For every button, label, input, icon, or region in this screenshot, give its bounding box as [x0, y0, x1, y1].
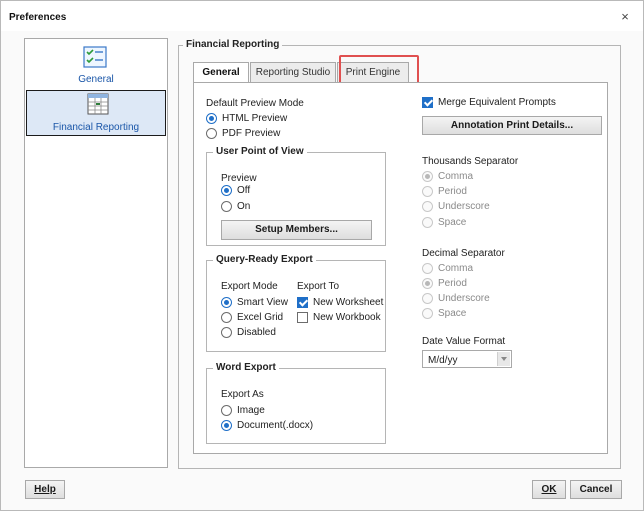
preview-mode-label: Default Preview Mode	[206, 98, 304, 109]
upov-on-radio[interactable]	[221, 201, 232, 212]
html-preview-radio[interactable]	[206, 113, 217, 124]
merge-prompts-label: Merge Equivalent Prompts	[438, 97, 556, 108]
cancel-button-label: Cancel	[579, 484, 613, 495]
nav-item-general[interactable]: General	[25, 43, 167, 89]
decimal-underscore-radio[interactable]	[422, 293, 433, 304]
close-icon[interactable]: ×	[618, 10, 632, 24]
tab-general[interactable]: General	[193, 62, 249, 83]
report-grid-icon	[87, 93, 109, 115]
annotation-print-details-button[interactable]: Annotation Print Details...	[422, 116, 602, 135]
export-to-label: Export To	[297, 281, 340, 292]
group-title: Financial Reporting	[183, 39, 283, 50]
cancel-button[interactable]: Cancel	[570, 480, 622, 499]
decimal-underscore-label: Underscore	[438, 293, 490, 304]
disabled-radio[interactable]	[221, 327, 232, 338]
tab-reporting-studio[interactable]: Reporting Studio	[250, 62, 336, 82]
merge-prompts-checkbox[interactable]	[422, 97, 433, 108]
dialog-title: Preferences	[9, 12, 67, 23]
thousands-comma-radio[interactable]	[422, 171, 433, 182]
tab-print-engine[interactable]: Print Engine	[337, 62, 409, 82]
query-export-title: Query-Ready Export	[213, 254, 316, 265]
new-workbook-checkbox[interactable]	[297, 312, 308, 323]
image-radio[interactable]	[221, 405, 232, 416]
export-mode-label: Export Mode	[221, 281, 278, 292]
thousands-comma-label: Comma	[438, 171, 474, 182]
date-format-value: M/d/yy	[428, 355, 458, 366]
upov-on-label: On	[237, 201, 251, 212]
preferences-nav: General Financial Reporting	[24, 38, 168, 468]
thousands-space-radio[interactable]	[422, 217, 433, 228]
pdf-preview-label: PDF Preview	[222, 128, 281, 139]
thousands-underscore-radio[interactable]	[422, 201, 433, 212]
nav-label-general: General	[78, 74, 114, 85]
decimal-period-label: Period	[438, 278, 467, 289]
preferences-dialog: Preferences × General Financial Reportin…	[0, 0, 644, 511]
decimal-space-radio[interactable]	[422, 308, 433, 319]
decimal-comma-radio[interactable]	[422, 263, 433, 274]
chevron-down-icon[interactable]	[497, 352, 510, 366]
image-label: Image	[237, 405, 265, 416]
date-format-label: Date Value Format	[422, 336, 506, 347]
excel-grid-radio[interactable]	[221, 312, 232, 323]
html-preview-label: HTML Preview	[222, 113, 288, 124]
upov-off-radio[interactable]	[221, 185, 232, 196]
setup-members-button[interactable]: Setup Members...	[221, 220, 372, 240]
title-bar: Preferences ×	[1, 1, 643, 31]
nav-label-financial-reporting: Financial Reporting	[52, 122, 140, 133]
ok-button-label: OK	[541, 484, 557, 495]
word-export-title: Word Export	[213, 362, 279, 373]
help-button[interactable]: Help	[25, 480, 65, 499]
upov-off-label: Off	[237, 185, 251, 196]
thousands-period-label: Period	[438, 186, 467, 197]
checklist-icon	[83, 46, 107, 68]
thousands-period-radio[interactable]	[422, 186, 433, 197]
document-docx-label: Document(.docx)	[237, 420, 314, 431]
upov-preview-label: Preview	[221, 173, 257, 184]
disabled-label: Disabled	[237, 327, 276, 338]
decimal-space-label: Space	[438, 308, 467, 319]
export-as-label: Export As	[221, 389, 264, 400]
decimal-period-radio[interactable]	[422, 278, 433, 289]
word-export-group	[206, 368, 386, 444]
new-worksheet-checkbox[interactable]	[297, 297, 308, 308]
smart-view-radio[interactable]	[221, 297, 232, 308]
thousands-separator-label: Thousands Separator	[422, 156, 519, 167]
smart-view-label: Smart View	[237, 297, 288, 308]
nav-item-financial-reporting[interactable]: Financial Reporting	[26, 90, 166, 136]
new-workbook-label: New Workbook	[313, 312, 381, 323]
document-docx-radio[interactable]	[221, 420, 232, 431]
upov-title: User Point of View	[213, 146, 307, 157]
decimal-comma-label: Comma	[438, 263, 474, 274]
pdf-preview-radio[interactable]	[206, 128, 217, 139]
help-button-label: Help	[34, 484, 56, 495]
thousands-underscore-label: Underscore	[438, 201, 490, 212]
new-worksheet-label: New Worksheet	[313, 297, 384, 308]
thousands-space-label: Space	[438, 217, 467, 228]
decimal-separator-label: Decimal Separator	[422, 248, 505, 259]
ok-button[interactable]: OK	[532, 480, 566, 499]
date-format-select[interactable]: M/d/yy	[422, 350, 512, 368]
excel-grid-label: Excel Grid	[237, 312, 284, 323]
